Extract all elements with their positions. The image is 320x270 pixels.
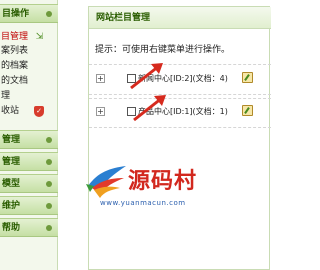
expand-icon[interactable]: +	[96, 74, 105, 83]
sidebar-item-list[interactable]: 案列表	[0, 44, 58, 59]
sidebar-item-label: 的档案	[1, 61, 29, 71]
sidebar-group-title: 管理	[2, 157, 21, 167]
pointer-arrow-icon	[130, 63, 163, 90]
left-sidebar: 目操作 目管理 ⇲ 案列表 的档案 的文档 理 收站 ✓ 管理 管理 模型 维护…	[0, 0, 58, 270]
sidebar-item-recycle[interactable]: 收站 ✓	[0, 104, 58, 119]
sidebar-group-maintenance[interactable]: 维护	[0, 196, 58, 215]
column-row: + 新闻中心[ID:2](文档：4)	[89, 69, 271, 89]
collapse-dot-icon	[46, 137, 52, 143]
sidebar-group-title: 目操作	[2, 9, 30, 19]
sidebar-group-models[interactable]: 模型	[0, 174, 58, 193]
column-manage-panel: 网站栏目管理 提示：可使用右键菜单进行操作。 + 新闻中心[ID:2](文档：4…	[88, 6, 271, 270]
main-content: 网站栏目管理 提示：可使用右键菜单进行操作。 + 新闻中心[ID:2](文档：4…	[64, 0, 271, 270]
watermark-url: www.yuanmacun.com	[100, 199, 186, 207]
collapse-dot-icon	[46, 181, 52, 187]
watermark-title: 源码村	[128, 168, 198, 194]
row-divider	[89, 64, 271, 65]
pointer-arrow-icon	[133, 95, 166, 122]
sidebar-group-title: 模型	[2, 179, 21, 189]
sidebar-item-label: 的文档	[1, 76, 29, 86]
add-icon[interactable]: ⇲	[35, 33, 44, 42]
sidebar-item-label: 理	[1, 91, 11, 101]
sidebar-item-label: 案列表	[1, 46, 29, 56]
bird-logo-icon	[86, 166, 126, 198]
hint-text: 提示：可使用右键菜单进行操作。	[95, 45, 231, 55]
edit-icon[interactable]	[242, 105, 253, 116]
sidebar-group-title: 管理	[2, 135, 21, 145]
collapse-dot-icon	[46, 159, 52, 165]
column-row: + 产品中心[ID:1](文档：1)	[89, 102, 271, 122]
sidebar-item-column-manage[interactable]: 目管理 ⇲	[0, 30, 58, 45]
collapse-dot-icon	[46, 225, 52, 231]
sidebar-group-archive-manage[interactable]: 管理	[0, 130, 58, 149]
sidebar-item-manage[interactable]: 理	[0, 89, 58, 104]
row-divider	[89, 98, 271, 99]
shield-icon[interactable]: ✓	[34, 106, 44, 117]
sidebar-item-label: 目管理	[1, 32, 29, 42]
collapse-dot-icon	[46, 11, 52, 17]
sidebar-item-archives[interactable]: 的档案	[0, 59, 58, 74]
sidebar-item-my-docs[interactable]: 的文档	[0, 74, 58, 89]
row-divider	[89, 127, 271, 128]
sidebar-group-title: 维护	[2, 201, 21, 211]
watermark: 源码村 www.yuanmacun.com	[84, 162, 214, 212]
sidebar-item-label: 收站	[1, 106, 20, 116]
collapse-dot-icon	[46, 203, 52, 209]
sidebar-group-help[interactable]: 帮助	[0, 218, 58, 237]
sidebar-group-column-ops[interactable]: 目操作	[0, 4, 58, 23]
expand-icon[interactable]: +	[96, 107, 105, 116]
panel-title: 网站栏目管理	[89, 7, 271, 29]
sidebar-group-title: 帮助	[2, 223, 21, 233]
row-divider	[89, 94, 271, 95]
sidebar-group-doc-manage[interactable]: 管理	[0, 152, 58, 171]
edit-icon[interactable]	[242, 72, 253, 83]
